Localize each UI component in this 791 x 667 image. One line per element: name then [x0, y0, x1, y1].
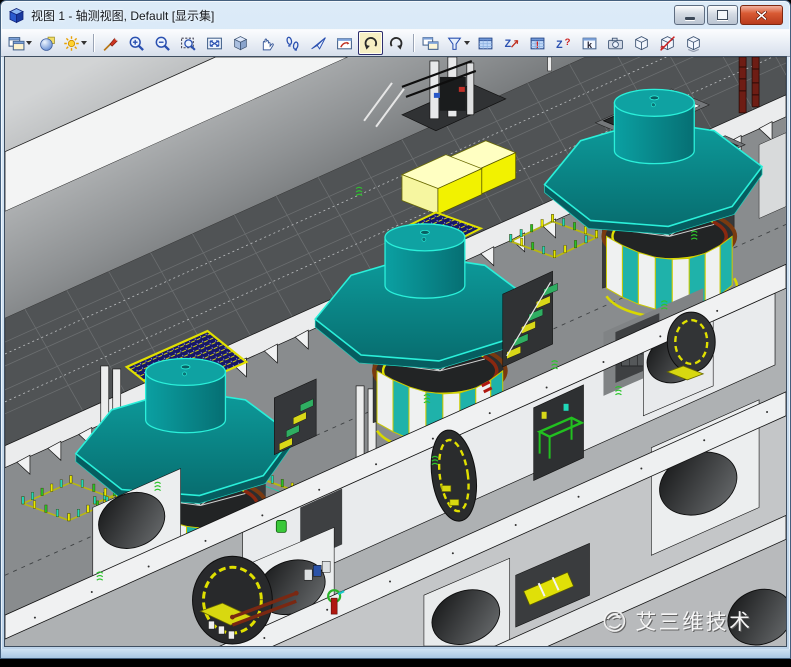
toolbar-button-apply-display-depth[interactable]	[525, 31, 550, 55]
viewport[interactable]: 艾三维技术	[4, 56, 787, 647]
toolbar-separator	[93, 34, 94, 52]
restore-icon	[717, 10, 728, 20]
dropdown-arrow-icon[interactable]	[464, 41, 470, 45]
close-icon	[756, 11, 767, 20]
toolbar-button-display-set[interactable]	[681, 31, 706, 55]
toolbar-button-adjust-view-brightness[interactable]	[61, 31, 89, 55]
view-toolbar	[1, 29, 790, 57]
toolbar-button-camera-settings[interactable]	[603, 31, 628, 55]
toolbar-button-zoom-in[interactable]	[124, 31, 149, 55]
toolbar-button-update-view[interactable]	[98, 31, 123, 55]
window-frame-bottom	[1, 649, 790, 658]
toolbar-button-fly[interactable]	[306, 31, 331, 55]
toolbar-button-clip-volume[interactable]	[444, 31, 472, 55]
restore-button[interactable]	[707, 5, 738, 25]
toolbar-button-view-attributes[interactable]	[6, 31, 34, 55]
toolbar-button-window-area[interactable]	[176, 31, 201, 55]
toolbar-button-show-display-depth[interactable]	[551, 31, 576, 55]
toolbar-button-view-previous[interactable]	[358, 31, 383, 55]
toolbar-button-clip-view[interactable]	[655, 31, 680, 55]
toolbar-button-rotate-view[interactable]	[228, 31, 253, 55]
watermark-text: 艾三维技术	[635, 611, 752, 634]
toolbar-button-view-display-mode[interactable]	[35, 31, 60, 55]
window-controls	[672, 5, 783, 25]
dropdown-arrow-icon[interactable]	[81, 41, 87, 45]
side-wall-sliver	[759, 133, 786, 219]
toolbar-button-render-view[interactable]	[629, 31, 654, 55]
toolbar-button-copy-view[interactable]	[418, 31, 443, 55]
minimize-icon	[685, 17, 695, 20]
toolbar-button-walk[interactable]	[280, 31, 305, 55]
toolbar-button-zoom-out[interactable]	[150, 31, 175, 55]
screen: 视图 1 - 轴测视图, Default [显示集]	[0, 0, 791, 667]
view-window: 视图 1 - 轴测视图, Default [显示集]	[0, 0, 791, 659]
title-bar[interactable]: 视图 1 - 轴测视图, Default [显示集]	[1, 1, 790, 29]
view-cube-icon	[8, 7, 25, 24]
toolbar-button-view-next[interactable]	[384, 31, 409, 55]
toolbar-button-clip-mask[interactable]	[473, 31, 498, 55]
toolbar-button-pan-view[interactable]	[254, 31, 279, 55]
dropdown-arrow-icon[interactable]	[26, 41, 32, 45]
close-button[interactable]	[740, 5, 783, 25]
toolbar-button-saved-views[interactable]	[577, 31, 602, 55]
minimize-button[interactable]	[674, 5, 705, 25]
toolbar-separator	[413, 34, 414, 52]
window-title: 视图 1 - 轴测视图, Default [显示集]	[31, 7, 214, 24]
toolbar-button-fit-view[interactable]	[202, 31, 227, 55]
viewport-3d-canvas[interactable]: 艾三维技术	[5, 57, 786, 646]
toolbar-button-navigate-view[interactable]	[332, 31, 357, 55]
mast-post	[548, 57, 552, 71]
toolbar-button-set-display-depth[interactable]	[499, 31, 524, 55]
